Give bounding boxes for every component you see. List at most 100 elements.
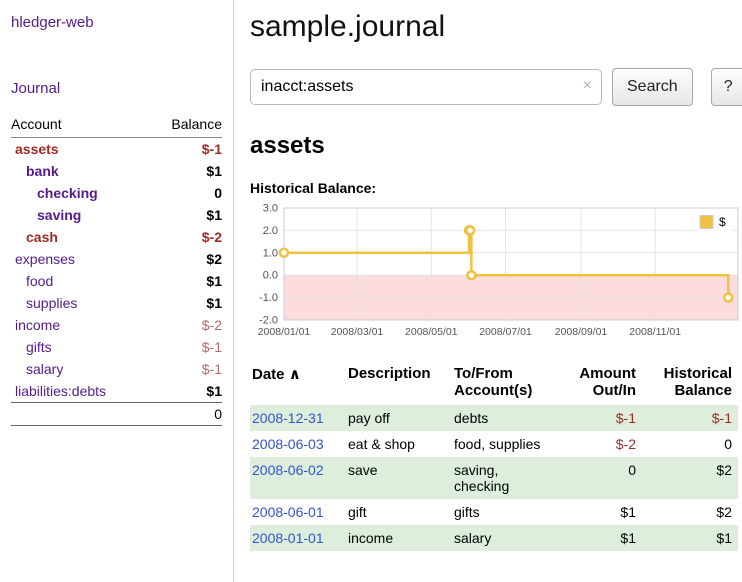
transaction-date-link[interactable]: 2008-12-31 <box>252 410 324 426</box>
account-link[interactable]: saving <box>37 207 81 223</box>
account-name-cell: liabilities:debts <box>11 380 149 403</box>
transaction-date-cell: 2008-06-02 <box>250 457 346 499</box>
legend-swatch <box>700 216 713 229</box>
transaction-date-cell: 2008-06-01 <box>250 499 346 525</box>
transaction-date-link[interactable]: 2008-06-03 <box>252 436 324 452</box>
account-balance: $2 <box>149 248 222 270</box>
svg-text:1.0: 1.0 <box>263 247 278 259</box>
account-balance: $-1 <box>149 336 222 358</box>
search-bar: × Search ? <box>250 68 742 106</box>
search-box: × <box>250 69 602 105</box>
accounts-col-account: Account <box>11 114 149 138</box>
register-col-balance: Historical Balance <box>642 363 738 405</box>
account-row: saving$1 <box>11 204 222 226</box>
svg-text:-1.0: -1.0 <box>259 292 278 304</box>
legend-label: $ <box>719 215 726 229</box>
account-link[interactable]: salary <box>26 361 63 377</box>
account-link[interactable]: assets <box>15 141 59 157</box>
accounts-total-balance: 0 <box>149 403 222 426</box>
svg-text:3.0: 3.0 <box>263 203 278 215</box>
transaction-date-cell: 2008-06-03 <box>250 431 346 457</box>
transaction-description: pay off <box>346 405 452 431</box>
register-table-body: 2008-12-31pay offdebts$-1$-12008-06-03ea… <box>250 405 738 551</box>
data-point-marker <box>467 271 475 279</box>
account-row: assets$-1 <box>11 138 222 161</box>
transaction-accounts: food, supplies <box>452 431 556 457</box>
data-point-marker <box>466 226 474 234</box>
account-name-cell: income <box>11 314 149 336</box>
account-link[interactable]: cash <box>26 229 58 245</box>
transaction-description: save <box>346 457 452 499</box>
account-name-cell: expenses <box>11 248 149 270</box>
account-row: expenses $2 <box>11 248 222 270</box>
data-point-marker <box>280 249 288 257</box>
accounts-table: Account Balance assets$-1bank$1checking0… <box>11 114 222 426</box>
account-link[interactable]: expenses <box>15 251 75 267</box>
account-link[interactable]: checking <box>37 185 98 201</box>
data-point-marker <box>724 294 732 302</box>
transaction-date-link[interactable]: 2008-06-01 <box>252 504 324 520</box>
search-input[interactable] <box>250 69 602 105</box>
account-balance: $1 <box>149 160 222 182</box>
sidebar: hledger-web Journal Account Balance asse… <box>0 0 234 582</box>
transaction-amount: $-1 <box>556 405 642 431</box>
account-name-cell: salary <box>11 358 149 380</box>
transaction-row: 2008-06-01giftgifts$1$2 <box>250 499 738 525</box>
transaction-date-cell: 2008-01-01 <box>250 525 346 551</box>
account-balance: $-2 <box>149 314 222 336</box>
account-name-cell: bank <box>11 160 149 182</box>
historical-balance-chart: 3.02.01.00.0-1.0-2.02008/01/012008/03/01… <box>250 202 742 346</box>
account-row: checking0 <box>11 182 222 204</box>
account-link[interactable]: income <box>15 317 60 333</box>
account-balance: $1 <box>149 380 222 403</box>
account-balance: $1 <box>149 270 222 292</box>
svg-text:-2.0: -2.0 <box>259 315 278 327</box>
accounts-table-body: assets$-1bank$1checking0saving$1cash$-2e… <box>11 138 222 403</box>
account-row: food $1 <box>11 270 222 292</box>
account-balance: $-1 <box>149 358 222 380</box>
register-col-date[interactable]: Date ∧ <box>250 363 346 405</box>
search-button[interactable]: Search <box>612 68 693 106</box>
register-col-accounts: To/From Account(s) <box>452 363 556 405</box>
transaction-balance: $-1 <box>642 405 738 431</box>
account-name-cell: food <box>11 270 149 292</box>
transaction-amount: $1 <box>556 525 642 551</box>
account-link[interactable]: bank <box>26 163 59 179</box>
accounts-total-row: 0 <box>11 403 222 426</box>
nav-journal-link[interactable]: Journal <box>11 80 60 97</box>
app-title-link[interactable]: hledger-web <box>11 14 94 31</box>
register-col-description: Description <box>346 363 452 405</box>
transaction-balance: $2 <box>642 457 738 499</box>
account-link[interactable]: supplies <box>26 295 77 311</box>
page-title: sample.journal <box>250 10 742 44</box>
transaction-row: 2008-12-31pay offdebts$-1$-1 <box>250 405 738 431</box>
account-link[interactable]: gifts <box>26 339 52 355</box>
svg-text:2008/03/01: 2008/03/01 <box>331 326 384 338</box>
svg-text:2.0: 2.0 <box>263 225 278 237</box>
transaction-date-link[interactable]: 2008-06-02 <box>252 462 324 478</box>
account-name-cell: assets <box>11 138 149 161</box>
app-window: hledger-web Journal Account Balance asse… <box>0 0 742 582</box>
transaction-date-link[interactable]: 2008-01-01 <box>252 530 324 546</box>
account-row: supplies$1 <box>11 292 222 314</box>
main-content: sample.journal × Search ? assets Histori… <box>234 0 742 582</box>
account-link[interactable]: liabilities:debts <box>15 383 106 399</box>
transaction-description: income <box>346 525 452 551</box>
svg-text:2008/05/01: 2008/05/01 <box>405 326 458 338</box>
transaction-balance: 0 <box>642 431 738 457</box>
account-name-cell: gifts <box>11 336 149 358</box>
sidebar-nav: Journal <box>11 32 222 98</box>
account-link[interactable]: food <box>26 273 53 289</box>
account-row: bank $1 <box>11 160 222 182</box>
transaction-balance: $2 <box>642 499 738 525</box>
account-balance: $-2 <box>149 226 222 248</box>
transaction-description: eat & shop <box>346 431 452 457</box>
svg-text:2008/07/01: 2008/07/01 <box>479 326 532 338</box>
transaction-row: 2008-01-01incomesalary$1$1 <box>250 525 738 551</box>
transaction-accounts: salary <box>452 525 556 551</box>
clear-search-icon[interactable]: × <box>583 77 592 95</box>
transaction-accounts: debts <box>452 405 556 431</box>
accounts-col-balance: Balance <box>149 114 222 138</box>
transaction-accounts: gifts <box>452 499 556 525</box>
help-button[interactable]: ? <box>711 68 742 106</box>
